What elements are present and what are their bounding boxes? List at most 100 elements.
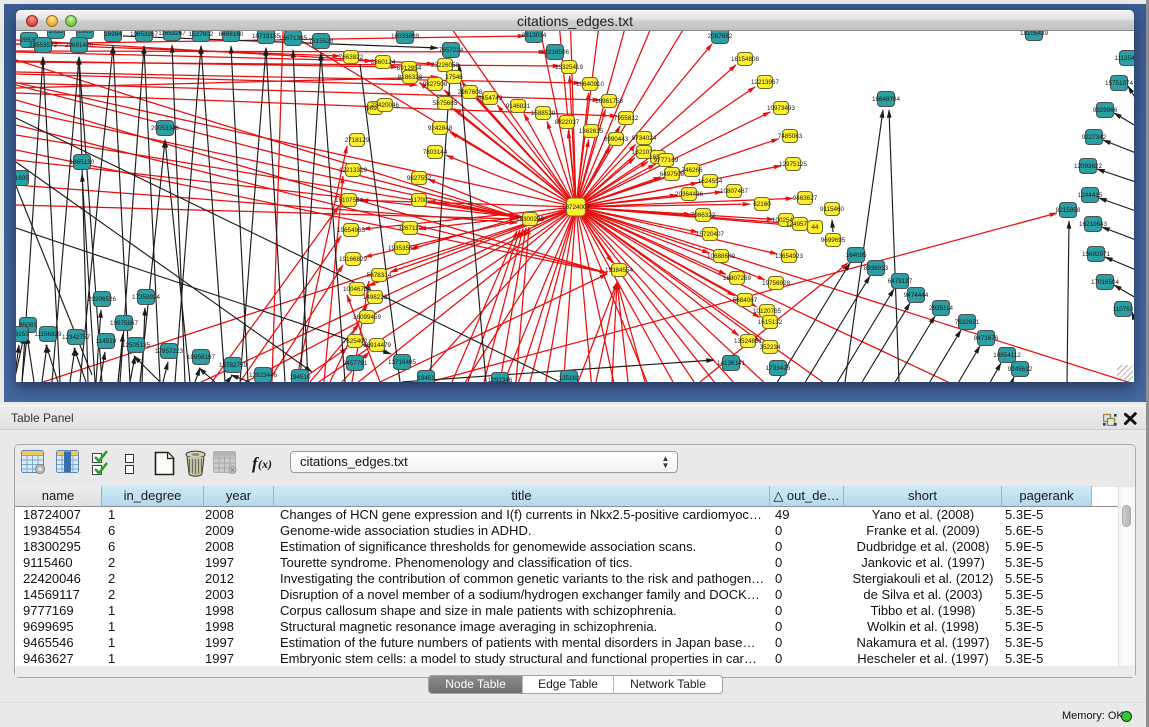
svg-text:12218506: 12218506 — [541, 49, 570, 56]
svg-text:2087682: 2087682 — [708, 33, 733, 40]
svg-text:9242848: 9242848 — [428, 125, 453, 132]
svg-text:10046736: 10046736 — [343, 286, 372, 293]
svg-text:20053346: 20053346 — [151, 125, 180, 132]
svg-text:23420046: 23420046 — [371, 102, 400, 109]
svg-text:10688609: 10688609 — [707, 253, 736, 260]
svg-text:16648784: 16648784 — [872, 96, 901, 103]
svg-text:18640910: 18640910 — [576, 81, 605, 88]
svg-text:16033809: 16033809 — [391, 33, 420, 40]
svg-text:17546: 17546 — [445, 74, 463, 81]
svg-text:9457791: 9457791 — [343, 360, 368, 367]
svg-text:20206526: 20206526 — [88, 296, 117, 303]
svg-text:8466160: 8466160 — [219, 31, 244, 38]
svg-text:16154808: 16154808 — [731, 56, 760, 63]
svg-text:16994: 16994 — [104, 31, 122, 38]
svg-text:19451: 19451 — [417, 375, 435, 382]
svg-text:2935114: 2935114 — [929, 305, 954, 312]
svg-text:13716485: 13716485 — [388, 359, 417, 366]
svg-text:1527602: 1527602 — [189, 31, 214, 38]
svg-text:12505135: 12505135 — [122, 342, 151, 349]
svg-text:9115460: 9115460 — [820, 206, 845, 213]
svg-text:39153: 39153 — [16, 331, 29, 338]
svg-text:11156829: 11156829 — [34, 331, 62, 338]
svg-text:9227342: 9227342 — [1082, 134, 1107, 141]
svg-text:10807487: 10807487 — [720, 188, 749, 195]
svg-text:9699695: 9699695 — [821, 237, 846, 244]
svg-text:135162: 135162 — [558, 375, 580, 382]
svg-text:7986322: 7986322 — [691, 212, 716, 219]
svg-text:12923446: 12923446 — [249, 372, 278, 379]
svg-text:8990443: 8990443 — [604, 136, 629, 143]
svg-text:16961758: 16961758 — [595, 98, 624, 105]
svg-text:16107554: 16107554 — [335, 197, 364, 204]
svg-text:12093822: 12093822 — [1074, 163, 1103, 170]
svg-text:16782759: 16782759 — [219, 362, 248, 369]
svg-text:11125419: 11125419 — [1114, 55, 1134, 62]
svg-text:352234: 352234 — [759, 344, 781, 351]
svg-text:13524851: 13524851 — [734, 338, 763, 345]
svg-text:10120765: 10120765 — [753, 308, 782, 315]
svg-text:8813014: 8813014 — [522, 32, 547, 39]
svg-text:8186328: 8186328 — [398, 74, 423, 81]
svg-text:18807269: 18807269 — [723, 275, 752, 282]
svg-text:7663822: 7663822 — [339, 54, 364, 61]
svg-text:746266: 746266 — [681, 167, 703, 174]
svg-text:17359924: 17359924 — [132, 294, 161, 301]
svg-text:5875685: 5875685 — [433, 100, 458, 107]
svg-text:17957223: 17957223 — [155, 348, 184, 355]
svg-text:5884067: 5884067 — [733, 297, 758, 304]
svg-text:81605: 81605 — [16, 175, 29, 182]
svg-text:1865130: 1865130 — [70, 159, 95, 166]
svg-text:19975867: 19975867 — [110, 320, 139, 327]
svg-text:15751074: 15751074 — [1105, 80, 1134, 87]
svg-text:20364436: 20364436 — [675, 191, 704, 198]
svg-text:9329966: 9329966 — [1093, 107, 1118, 114]
svg-text:10854112: 10854112 — [993, 352, 1021, 359]
svg-text:3267110: 3267110 — [398, 225, 423, 232]
svg-text:1733426: 1733426 — [766, 365, 791, 372]
svg-text:1624554: 1624554 — [698, 178, 723, 185]
svg-text:5878314: 5878314 — [367, 272, 392, 279]
svg-text:110753: 110753 — [1113, 306, 1134, 313]
svg-text:9827552: 9827552 — [407, 175, 432, 182]
svg-text:10653267: 10653267 — [130, 31, 159, 38]
svg-text:1362615: 1362615 — [579, 128, 604, 135]
svg-text:2069: 2069 — [78, 31, 93, 35]
svg-text:62160: 62160 — [753, 201, 771, 208]
svg-text:9734024: 9734024 — [632, 135, 657, 142]
svg-text:16210643: 16210643 — [1079, 221, 1108, 228]
svg-text:44: 44 — [811, 224, 819, 231]
svg-text:19384554: 19384554 — [605, 267, 634, 274]
svg-text:14136141: 14136141 — [717, 360, 746, 367]
svg-text:9146821: 9146821 — [506, 103, 531, 110]
svg-text:1498222: 1498222 — [363, 294, 388, 301]
svg-text:7803144: 7803144 — [423, 149, 448, 156]
svg-text:10719155: 10719155 — [252, 33, 281, 40]
svg-text:12342757: 12342757 — [62, 334, 91, 341]
svg-text:1588520: 1588520 — [531, 110, 556, 117]
svg-text:7515528: 7515528 — [309, 38, 334, 45]
svg-text:1244415: 1244415 — [1078, 192, 1103, 199]
svg-text:15720407: 15720407 — [696, 231, 725, 238]
svg-text:16914479: 16914479 — [363, 342, 392, 349]
svg-text:23226058: 23226058 — [431, 62, 460, 69]
svg-text:1615132: 1615132 — [758, 319, 783, 326]
svg-text:164095: 164095 — [845, 252, 867, 259]
svg-text:15692971: 15692971 — [1082, 251, 1111, 258]
svg-text:8860124: 8860124 — [371, 59, 396, 66]
svg-text:1292346: 1292346 — [488, 377, 513, 382]
svg-text:9245612: 9245612 — [1008, 366, 1033, 373]
svg-text:6479197: 6479197 — [888, 278, 913, 285]
svg-text:19353563: 19353563 — [388, 245, 417, 252]
svg-text:19166829: 19166829 — [339, 256, 368, 263]
svg-text:7632621: 7632621 — [955, 319, 980, 326]
svg-text:(x): (x) — [258, 457, 272, 471]
svg-text:16099459: 16099459 — [353, 314, 382, 321]
svg-text:20691406: 20691406 — [65, 42, 94, 49]
svg-text:9474444: 9474444 — [904, 292, 929, 299]
svg-text:8822037: 8822037 — [555, 119, 580, 126]
svg-text:194510: 194510 — [289, 374, 311, 381]
svg-text:10958197: 10958197 — [187, 354, 216, 361]
svg-text:2055: 2055 — [49, 31, 64, 35]
svg-text:17016504: 17016504 — [1091, 279, 1120, 286]
